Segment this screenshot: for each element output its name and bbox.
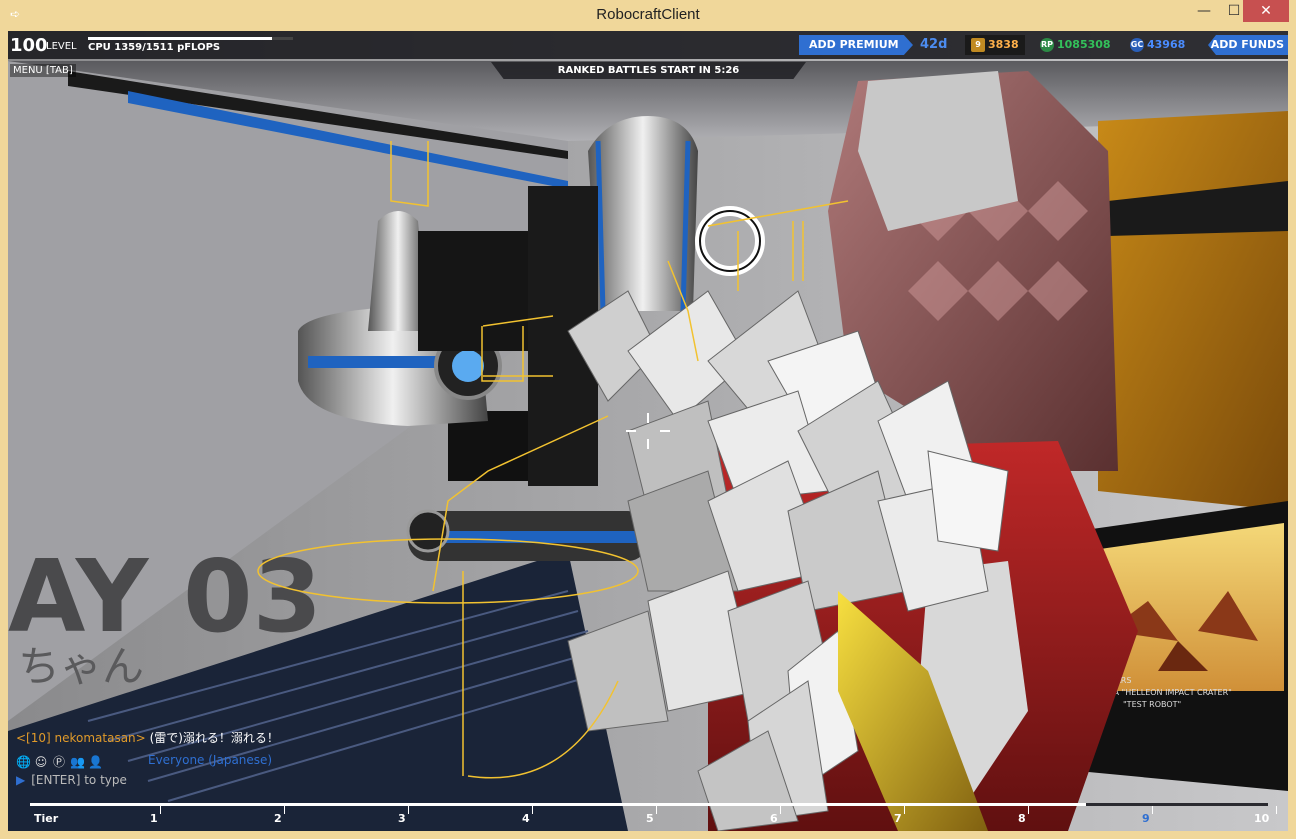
tier-tick-label: 9 (1142, 812, 1150, 825)
tier-tick (1028, 806, 1029, 814)
tier-tick-label: 1 (150, 812, 158, 825)
tier-tick (284, 806, 285, 814)
robot-points-stat: RP 1085308 (1040, 35, 1111, 55)
ranked-battles-banner: RANKED BATTLES START IN 5:26 (491, 62, 806, 79)
menu-tab-button[interactable]: MENU [TAB] (10, 64, 76, 77)
chat-input-placeholder: [ENTER] to type (31, 773, 127, 787)
tier-tick (160, 806, 161, 814)
premium-days: 42d (920, 37, 948, 52)
tier-tick-label: 3 (398, 812, 406, 825)
garage-scene: - MARS - 2A "HELLEON IMPACT CRATER" "TES… (8, 31, 1288, 831)
tier-tick (408, 806, 409, 814)
play-arrow-icon: ▶ (16, 773, 26, 787)
globe-icon[interactable]: 🌐 (16, 755, 31, 769)
rank-value: 3838 (988, 38, 1019, 51)
galaxy-credits-stat: GC 43968 (1130, 35, 1185, 55)
app-window: ➪ RobocraftClient — ☐ ✕ - 2A "HELLEON IM… (0, 0, 1296, 839)
minimize-button[interactable]: — (1189, 0, 1219, 22)
player-level: 100 (10, 35, 48, 56)
title-bar: ➪ RobocraftClient — ☐ ✕ (0, 0, 1296, 30)
tier-tick-label: 4 (522, 812, 530, 825)
gc-value: 43968 (1147, 38, 1186, 51)
tier-tick-label: 7 (894, 812, 902, 825)
add-funds-button[interactable]: ADD FUNDS (1208, 35, 1288, 55)
tier-tick (532, 806, 533, 814)
hud-top-bar: 100 LEVEL CPU 1359/1511 pFLOPS ADD PREMI… (8, 31, 1288, 59)
tier-tick-label: 5 (646, 812, 654, 825)
clan-icon[interactable]: 👤 (88, 755, 103, 769)
rp-icon: RP (1040, 38, 1054, 52)
tier-tick (656, 806, 657, 814)
tier-tick-label: 6 (770, 812, 778, 825)
tier-tick (1276, 806, 1277, 814)
chat-channel[interactable]: Everyone (Japanese) (148, 753, 272, 767)
chat-filters: 🌐 ☺ Ⓟ 👥 👤 (16, 751, 106, 769)
chat-text: (雷で)溺れる！溺れる！ (149, 731, 279, 745)
add-premium-button[interactable]: ADD PREMIUM (799, 35, 913, 55)
wall-text-1: AY 03 (8, 538, 322, 655)
tier-tick-label: 8 (1018, 812, 1026, 825)
screen-caption-2: - 2A "HELLEON IMPACT CRATER" (1103, 688, 1232, 697)
tier-progress-fill (30, 803, 1086, 806)
tier-tick (780, 806, 781, 814)
gc-icon: GC (1130, 38, 1144, 52)
window-title: RobocraftClient (596, 6, 700, 23)
level-label: LEVEL (46, 41, 77, 52)
screen-caption-3: "TEST ROBOT" (1123, 700, 1181, 709)
chat-panel: <[10] nekomatasan> (雷で)溺れる！溺れる！ 🌐 ☺ Ⓟ 👥 👤 Ev… (8, 721, 628, 791)
tier-tick (1152, 806, 1153, 814)
tier-tick-label: 2 (274, 812, 282, 825)
chat-message: <[10] nekomatasan> (雷で)溺れる！溺れる！ (16, 729, 279, 746)
game-viewport[interactable]: - MARS - 2A "HELLEON IMPACT CRATER" "TES… (8, 31, 1288, 831)
tier-tick (904, 806, 905, 814)
wall-text-2: ちゃん (18, 642, 144, 691)
chat-username: <[10] nekomatasan> (16, 731, 146, 745)
person-icon[interactable]: ☺ (34, 755, 48, 769)
chat-input[interactable]: ▶ [ENTER] to type (16, 773, 616, 787)
friends-icon[interactable]: 👥 (70, 755, 85, 769)
cpu-bar-fill (88, 37, 273, 40)
cpu-readout: CPU 1359/1511 pFLOPS (88, 42, 221, 53)
close-button[interactable]: ✕ (1243, 0, 1289, 22)
tier-tick-label: 10 (1254, 812, 1270, 825)
rank-icon: 9 (971, 38, 985, 52)
tier-bar: Tier 1 2 3 4 5 6 7 8 9 10 (30, 800, 1277, 831)
rank-stat: 9 3838 (965, 35, 1025, 55)
tier-label: Tier (34, 812, 59, 825)
party-icon[interactable]: Ⓟ (52, 755, 66, 769)
rp-value: 1085308 (1057, 38, 1111, 51)
cpu-bar (88, 37, 293, 40)
